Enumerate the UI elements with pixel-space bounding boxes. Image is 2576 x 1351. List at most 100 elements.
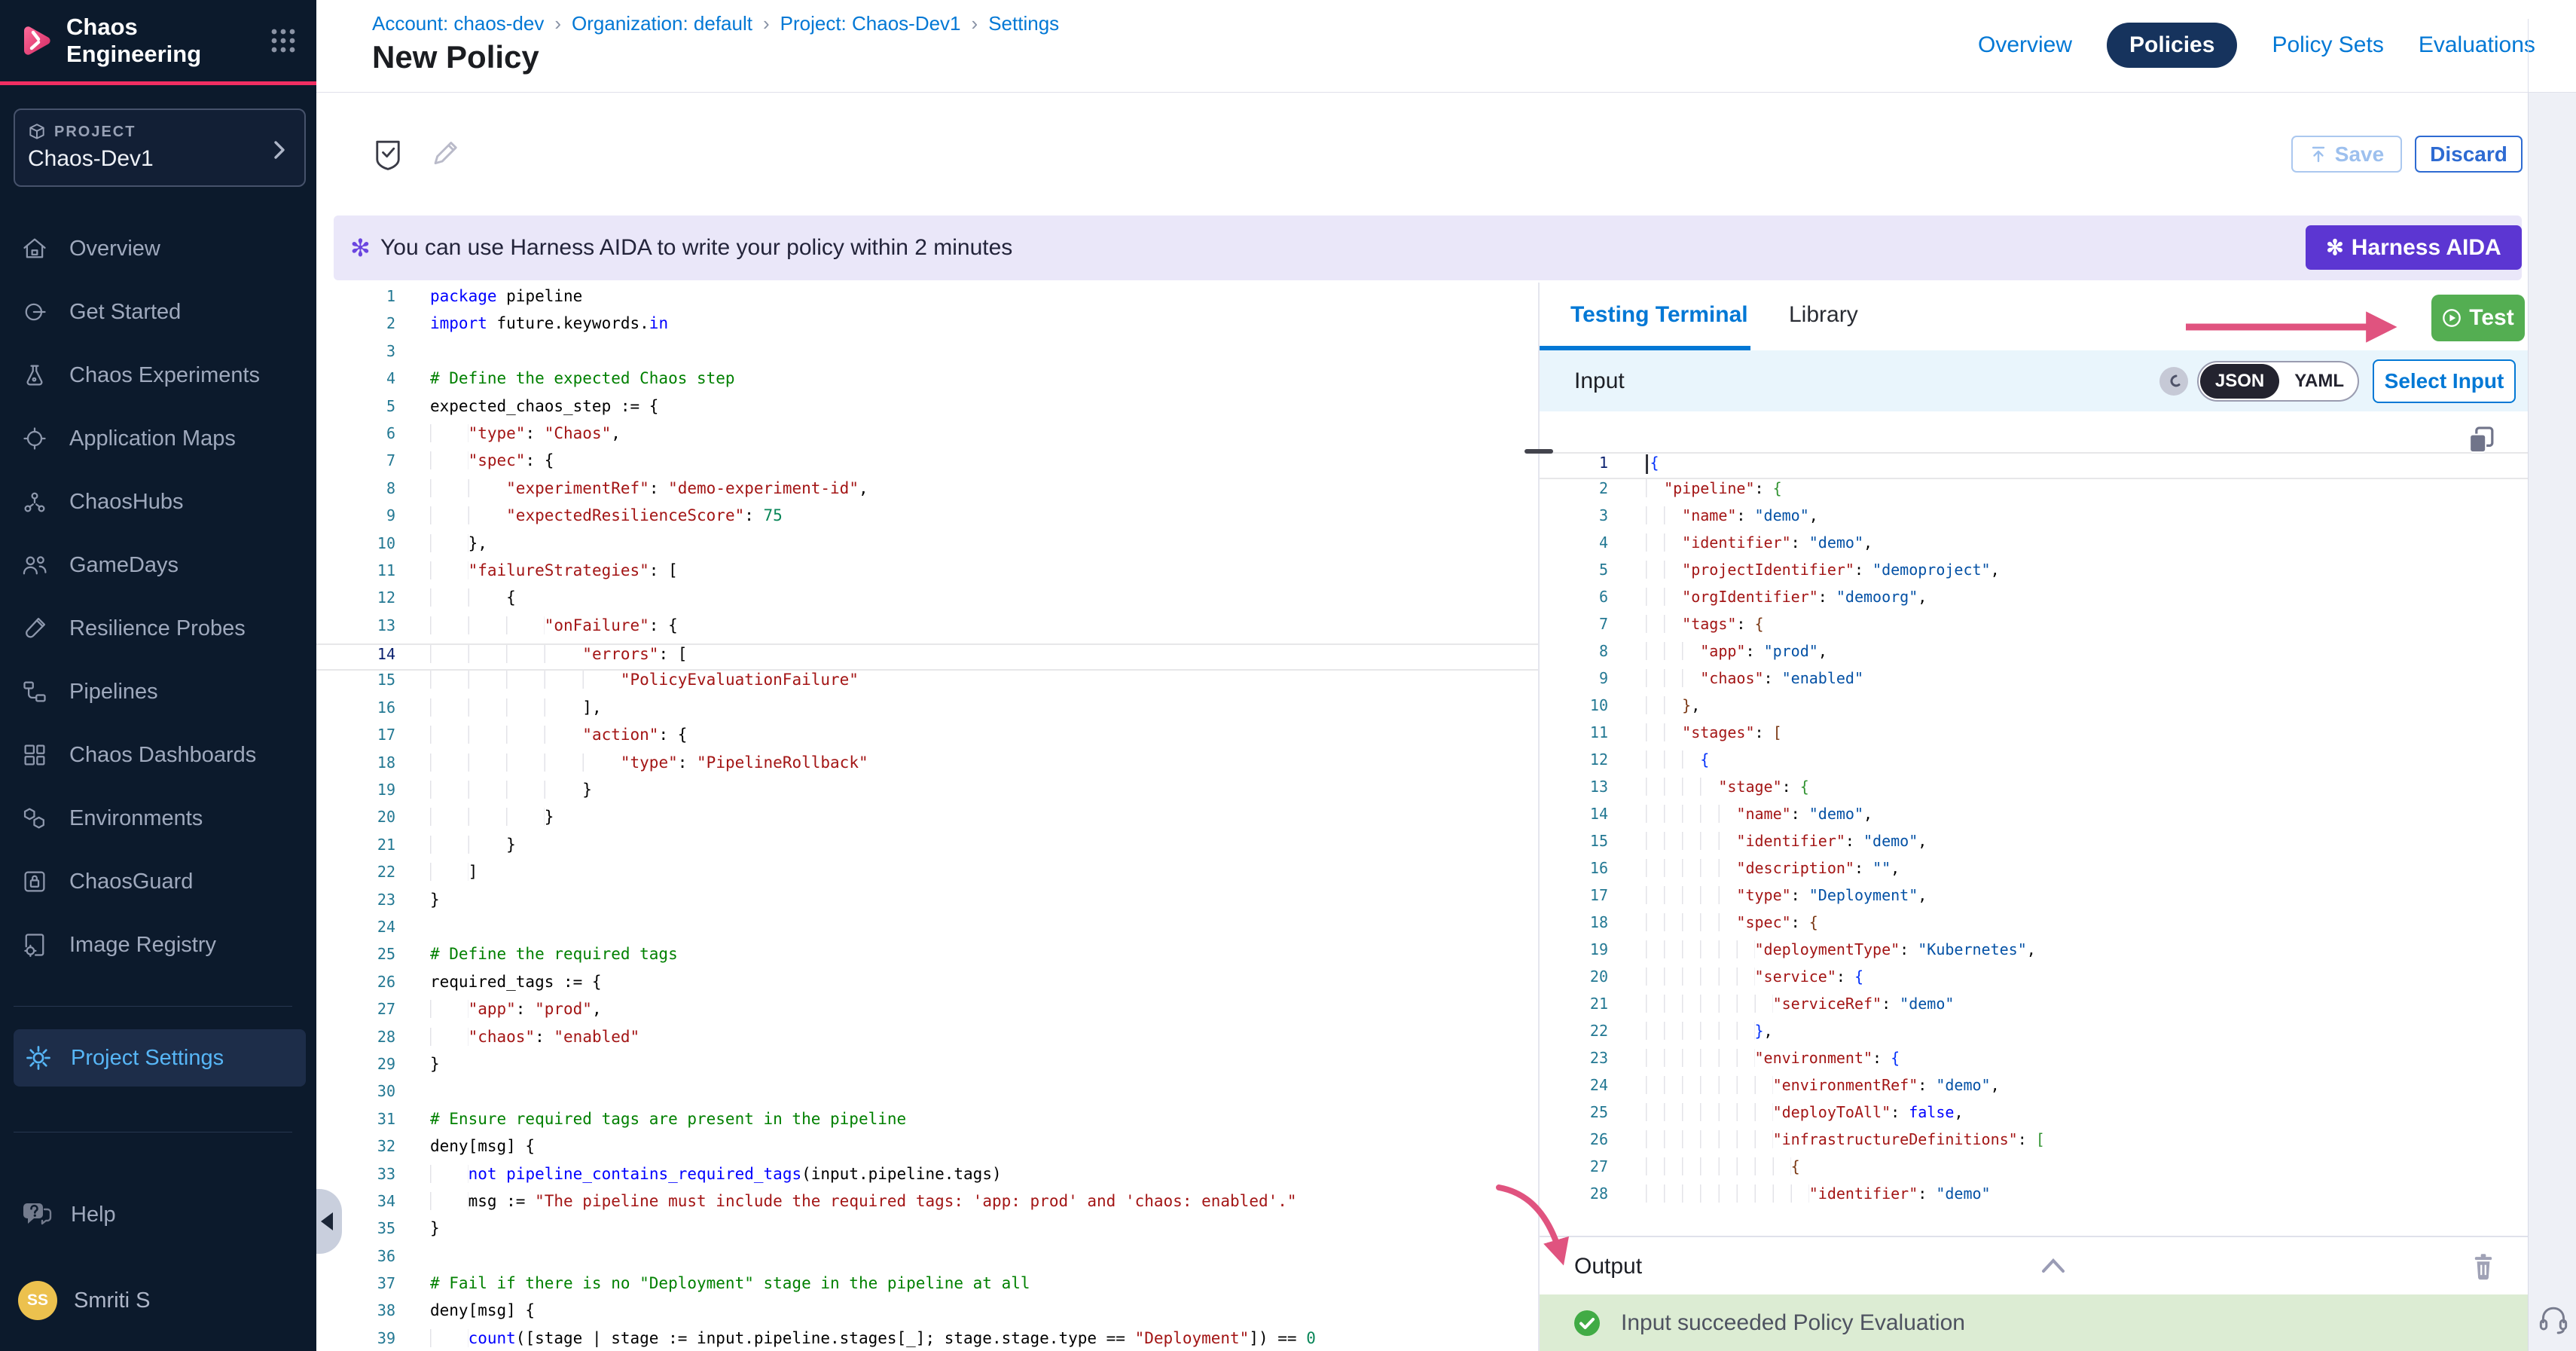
code-line[interactable]: 26required_tags := {: [316, 973, 1540, 1000]
code-line[interactable]: 2import future.keywords.in: [316, 314, 1540, 341]
prettify-icon[interactable]: [2159, 367, 2188, 396]
code-line[interactable]: 28 "chaos": "enabled": [316, 1028, 1540, 1055]
code-line[interactable]: 11 "failureStrategies": [: [316, 561, 1540, 588]
tab-overview[interactable]: Overview: [1978, 32, 2072, 58]
toggle-json[interactable]: JSON: [2200, 364, 2279, 399]
code-line[interactable]: 4# Define the expected Chaos step: [316, 369, 1540, 396]
code-line[interactable]: 20 "service": {: [1540, 967, 2528, 995]
code-line[interactable]: 18 "spec": {: [1540, 913, 2528, 940]
code-line[interactable]: 8 "experimentRef": "demo-experiment-id",: [316, 479, 1540, 506]
code-line[interactable]: 16 "description": "",: [1540, 859, 2528, 886]
code-line[interactable]: 3 "name": "demo",: [1540, 506, 2528, 533]
code-line[interactable]: 34 msg := "The pipeline must include the…: [316, 1192, 1540, 1219]
support-headset-icon[interactable]: [2538, 1304, 2569, 1334]
code-line[interactable]: 8 "app": "prod",: [1540, 642, 2528, 669]
sidebar-item-image-registry[interactable]: Image Registry: [0, 913, 316, 977]
code-line[interactable]: 13 "onFailure": {: [316, 616, 1540, 643]
breadcrumb-organization[interactable]: Organization: default: [572, 12, 752, 35]
sidebar-item-chaos-experiments[interactable]: Chaos Experiments: [0, 344, 316, 407]
code-line[interactable]: 35}: [316, 1219, 1540, 1246]
splitter-handle[interactable]: [1525, 449, 1553, 454]
tab-policies[interactable]: Policies: [2107, 23, 2237, 68]
tab-testing-terminal[interactable]: Testing Terminal: [1570, 302, 1748, 328]
code-line[interactable]: 1package pipeline: [316, 287, 1540, 314]
code-line[interactable]: 27 "app": "prod",: [316, 1000, 1540, 1027]
code-line[interactable]: 9 "expectedResilienceScore": 75: [316, 506, 1540, 533]
code-line[interactable]: 31# Ensure required tags are present in …: [316, 1110, 1540, 1137]
code-line[interactable]: 19 }: [316, 781, 1540, 808]
code-line[interactable]: 15 "PolicyEvaluationFailure": [316, 671, 1540, 698]
breadcrumb-account[interactable]: Account: chaos-dev: [372, 12, 544, 35]
format-toggle[interactable]: JSON YAML: [2197, 361, 2359, 402]
code-line[interactable]: 16 ],: [316, 698, 1540, 726]
user-menu[interactable]: SS Smriti S: [18, 1281, 151, 1320]
code-line[interactable]: 18 "type": "PipelineRollback": [316, 753, 1540, 781]
code-line[interactable]: 3: [316, 342, 1540, 369]
code-line[interactable]: 37# Fail if there is no "Deployment" sta…: [316, 1274, 1540, 1301]
sidebar-item-overview[interactable]: Overview: [0, 217, 316, 280]
input-editor[interactable]: 1{2 "pipeline": {3 "name": "demo",4 "ide…: [1540, 411, 2528, 1236]
code-line[interactable]: 22 ]: [316, 863, 1540, 890]
breadcrumb-project[interactable]: Project: Chaos-Dev1: [780, 12, 961, 35]
code-line[interactable]: 12 {: [1540, 750, 2528, 778]
sidebar-item-environments[interactable]: Environments: [0, 787, 316, 850]
sidebar-item-chaoshubs[interactable]: ChaosHubs: [0, 470, 316, 533]
code-line[interactable]: 14 "name": "demo",: [1540, 805, 2528, 832]
code-line[interactable]: 24: [316, 918, 1540, 945]
code-line[interactable]: 5expected_chaos_step := {: [316, 397, 1540, 424]
code-line[interactable]: 25# Define the required tags: [316, 945, 1540, 972]
code-line[interactable]: 29}: [316, 1055, 1540, 1082]
sidebar-item-chaos-dashboards[interactable]: Chaos Dashboards: [0, 723, 316, 787]
code-line[interactable]: 23}: [316, 891, 1540, 918]
sidebar-item-resilience-probes[interactable]: Resilience Probes: [0, 597, 316, 660]
code-line[interactable]: 24 "environmentRef": "demo",: [1540, 1076, 2528, 1103]
code-line[interactable]: 26 "infrastructureDefinitions": [: [1540, 1130, 2528, 1157]
edit-pencil-icon[interactable]: [429, 138, 461, 171]
copy-icon[interactable]: [2466, 424, 2496, 456]
sidebar-item-pipelines[interactable]: Pipelines: [0, 660, 316, 723]
sidebar-item-application-maps[interactable]: Application Maps: [0, 407, 316, 470]
code-line[interactable]: 14 "errors": [: [316, 643, 1540, 671]
trash-icon[interactable]: [2471, 1252, 2496, 1281]
test-button[interactable]: Test: [2431, 295, 2525, 341]
policy-editor[interactable]: 1package pipeline2import future.keywords…: [316, 283, 1540, 1351]
select-input-button[interactable]: Select Input: [2373, 359, 2516, 403]
code-line[interactable]: 12 {: [316, 588, 1540, 616]
code-line[interactable]: 23 "environment": {: [1540, 1049, 2528, 1076]
code-line[interactable]: 15 "identifier": "demo",: [1540, 832, 2528, 859]
code-line[interactable]: 10 },: [1540, 696, 2528, 723]
code-line[interactable]: 6 "type": "Chaos",: [316, 424, 1540, 451]
chevron-up-icon[interactable]: [2040, 1257, 2067, 1275]
code-line[interactable]: 4 "identifier": "demo",: [1540, 533, 2528, 561]
code-line[interactable]: 30: [316, 1082, 1540, 1109]
code-line[interactable]: 10 },: [316, 534, 1540, 561]
breadcrumb-settings[interactable]: Settings: [988, 12, 1059, 35]
code-line[interactable]: 33 not pipeline_contains_required_tags(i…: [316, 1165, 1540, 1192]
code-line[interactable]: 5 "projectIdentifier": "demoproject",: [1540, 561, 2528, 588]
tab-evaluations[interactable]: Evaluations: [2419, 32, 2535, 58]
code-line[interactable]: 27 {: [1540, 1157, 2528, 1184]
code-line[interactable]: 13 "stage": {: [1540, 778, 2528, 805]
sidebar-item-help[interactable]: Help: [21, 1200, 116, 1230]
project-selector[interactable]: PROJECT Chaos-Dev1: [14, 109, 306, 187]
code-line[interactable]: 25 "deployToAll": false,: [1540, 1103, 2528, 1130]
sidebar-item-chaosguard[interactable]: ChaosGuard: [0, 850, 316, 913]
toggle-yaml[interactable]: YAML: [2281, 371, 2358, 392]
code-line[interactable]: 17 "type": "Deployment",: [1540, 886, 2528, 913]
code-line[interactable]: 19 "deploymentType": "Kubernetes",: [1540, 940, 2528, 967]
code-line[interactable]: 20 }: [316, 808, 1540, 835]
code-line[interactable]: 7 "spec": {: [316, 451, 1540, 478]
code-line[interactable]: 2 "pipeline": {: [1540, 479, 2528, 506]
sidebar-item-project-settings[interactable]: Project Settings: [14, 1029, 306, 1087]
code-line[interactable]: 11 "stages": [: [1540, 723, 2528, 750]
code-line[interactable]: 7 "tags": {: [1540, 615, 2528, 642]
sidebar-item-gamedays[interactable]: GameDays: [0, 533, 316, 597]
code-line[interactable]: 32deny[msg] {: [316, 1137, 1540, 1164]
code-line[interactable]: 28 "identifier": "demo": [1540, 1184, 2528, 1212]
harness-aida-button[interactable]: ✻ Harness AIDA: [2306, 225, 2522, 270]
code-line[interactable]: 21 "serviceRef": "demo": [1540, 995, 2528, 1022]
tab-library[interactable]: Library: [1789, 302, 1858, 328]
code-line[interactable]: 38deny[msg] {: [316, 1301, 1540, 1328]
code-line[interactable]: 1{: [1540, 452, 2528, 479]
policy-check-icon[interactable]: [372, 138, 404, 171]
